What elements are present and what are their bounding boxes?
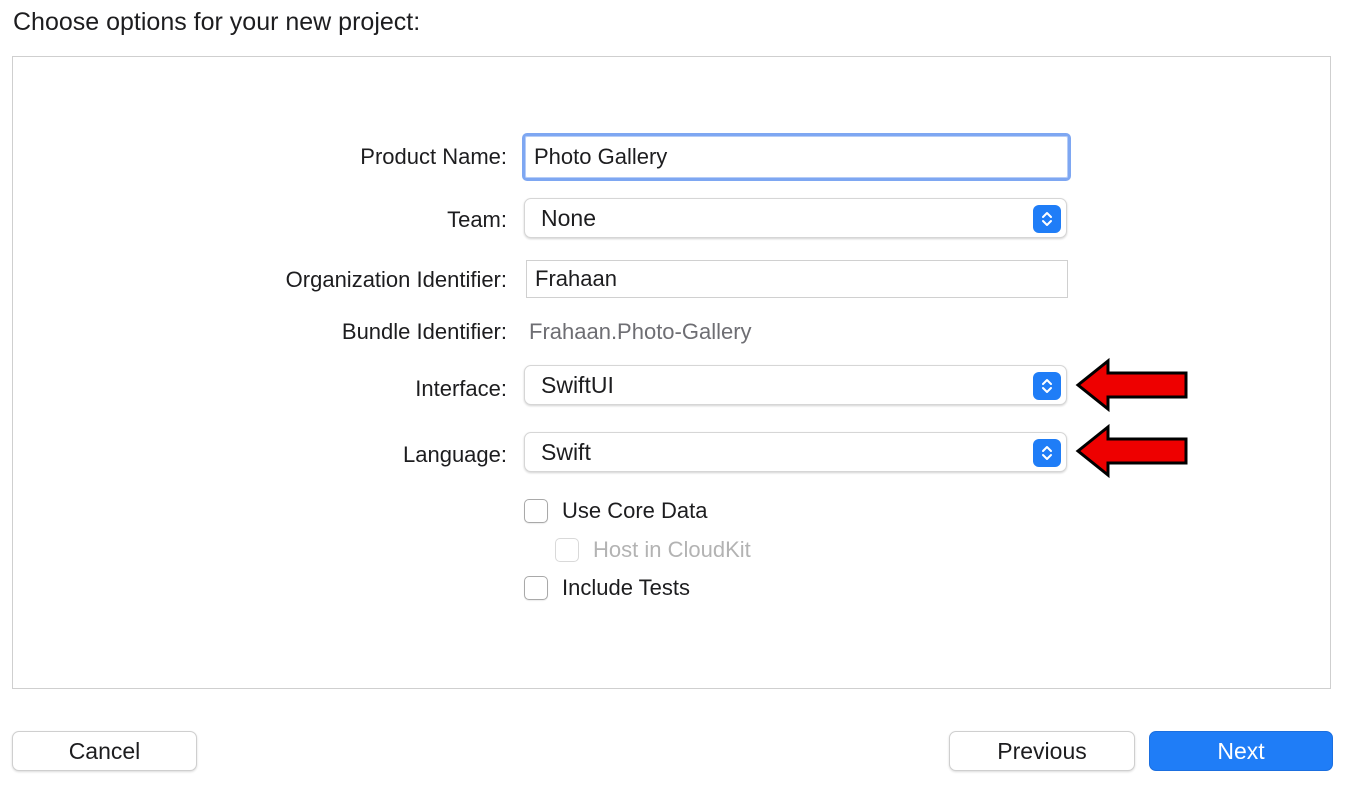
organization-identifier-label: Organization Identifier: (285, 267, 507, 292)
left-arrow-icon (1075, 423, 1188, 479)
language-label: Language: (403, 442, 507, 467)
use-core-data-checkbox-row[interactable]: Use Core Data (524, 498, 708, 524)
interface-value: SwiftUI (541, 371, 614, 398)
host-in-cloudkit-checkbox-row: Host in CloudKit (555, 537, 751, 563)
previous-button[interactable]: Previous (949, 731, 1135, 771)
interface-popup[interactable]: SwiftUI (524, 365, 1067, 405)
team-value: None (541, 204, 596, 231)
language-popup[interactable]: Swift (524, 432, 1067, 472)
next-button[interactable]: Next (1149, 731, 1333, 771)
left-arrow-icon (1075, 357, 1188, 413)
product-name-field[interactable]: Photo Gallery (522, 133, 1071, 181)
bundle-identifier-label: Bundle Identifier: (341, 319, 507, 344)
cancel-button[interactable]: Cancel (12, 731, 197, 771)
team-popup[interactable]: None (524, 198, 1067, 238)
chevron-up-down-icon (1033, 205, 1061, 233)
host-in-cloudkit-checkbox (555, 538, 579, 562)
use-core-data-checkbox[interactable] (524, 499, 548, 523)
chevron-up-down-icon (1033, 439, 1061, 467)
use-core-data-label: Use Core Data (562, 498, 708, 523)
chevron-up-down-icon (1033, 372, 1061, 400)
include-tests-checkbox[interactable] (524, 576, 548, 600)
product-name-label: Product Name: (360, 144, 507, 169)
team-label: Team: (447, 207, 507, 232)
interface-label: Interface: (415, 376, 507, 401)
include-tests-label: Include Tests (562, 575, 691, 600)
host-in-cloudkit-label: Host in CloudKit (593, 537, 751, 562)
include-tests-checkbox-row[interactable]: Include Tests (524, 575, 690, 601)
product-name-value: Photo Gallery (534, 144, 668, 169)
organization-identifier-field[interactable]: Frahaan (526, 260, 1068, 298)
bundle-identifier-value: Frahaan.Photo-Gallery (529, 319, 752, 344)
organization-identifier-value: Frahaan (535, 266, 617, 291)
dialog-heading: Choose options for your new project: (13, 8, 421, 36)
language-value: Swift (541, 438, 591, 465)
